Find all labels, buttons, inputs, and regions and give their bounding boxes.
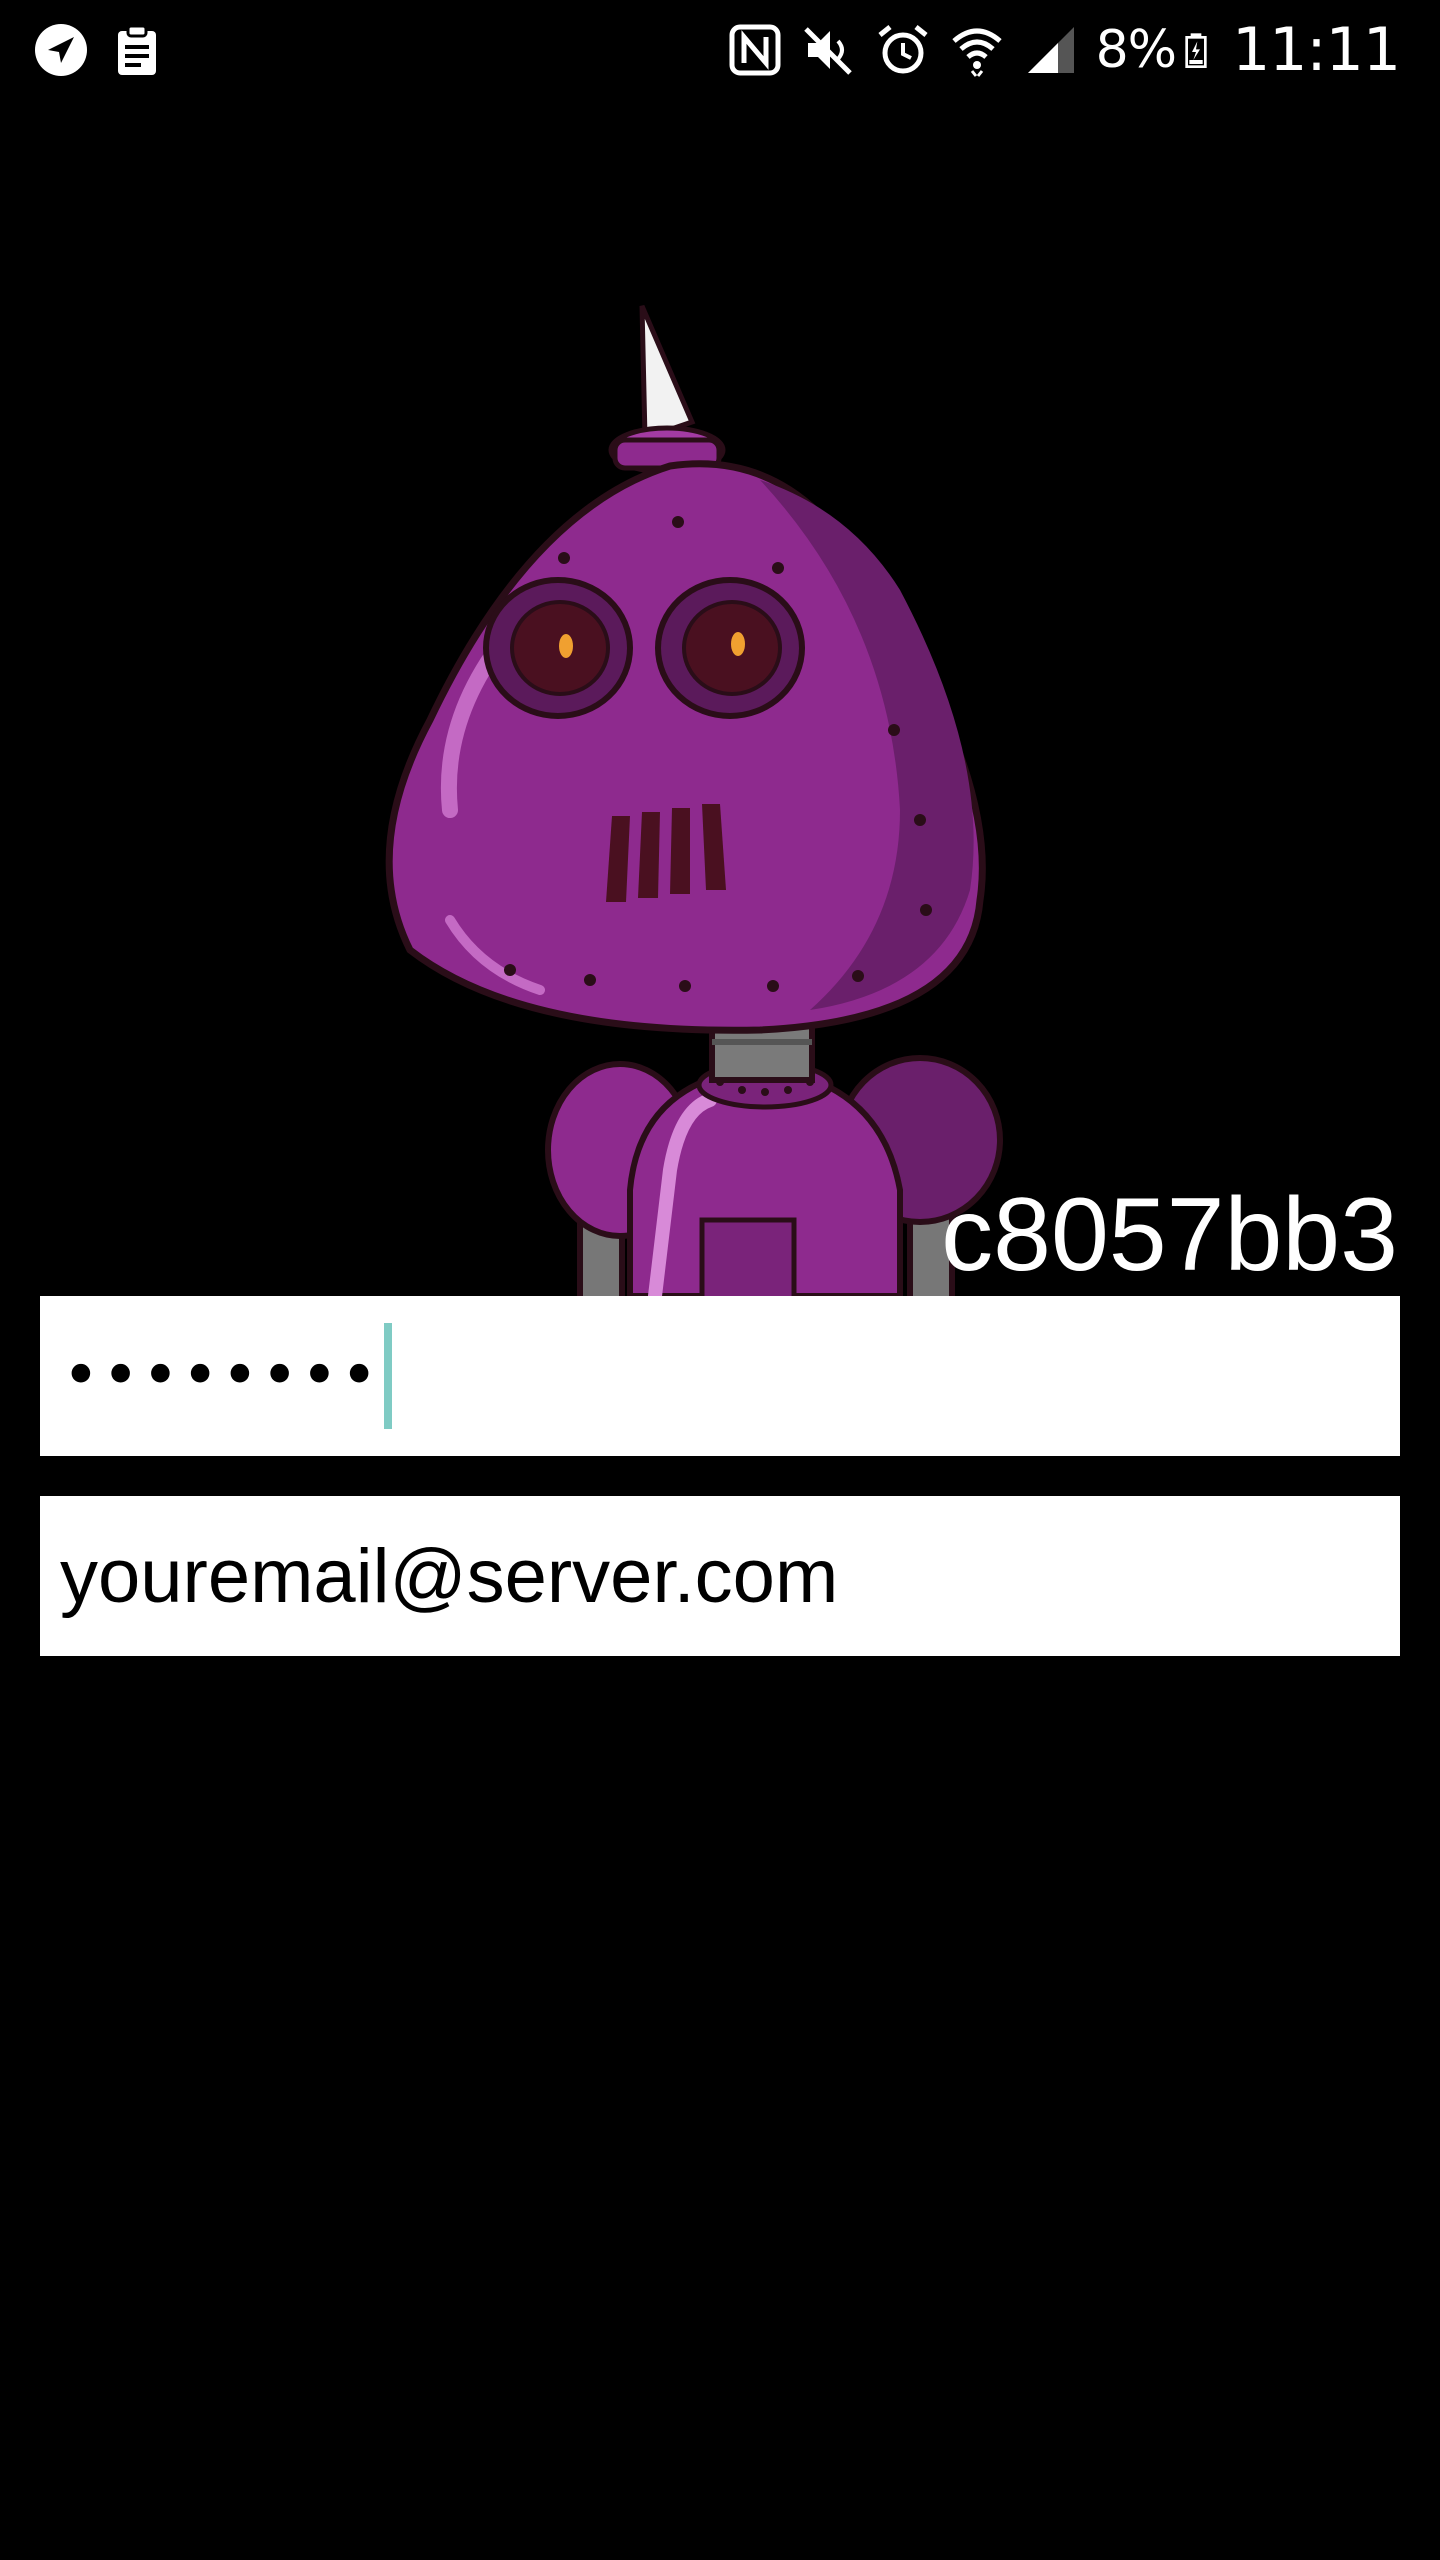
wifi-icon — [951, 28, 1002, 77]
battery-charging-icon — [1185, 33, 1207, 68]
robot-avatar — [380, 290, 1020, 1296]
alarm-icon — [878, 25, 928, 74]
status-bar-right: 8% 11:11 — [708, 15, 1401, 85]
nfc-icon — [729, 24, 781, 76]
username-label: c8057bb3 — [941, 1177, 1398, 1293]
signal-icon — [1027, 27, 1074, 73]
email-input[interactable] — [40, 1496, 1400, 1656]
password-field[interactable]: •••••••• — [40, 1296, 1400, 1456]
text-cursor — [384, 1323, 392, 1429]
clock: 11:11 — [1232, 15, 1401, 85]
login-screen: 8% 11:11 c8057bb3 •••••••• youremail@ser… — [0, 0, 1440, 2560]
password-mask: •••••••• — [62, 1339, 380, 1413]
battery-percentage: 8% — [1095, 20, 1177, 80]
email-field[interactable] — [40, 1496, 1400, 1656]
password-field-value: •••••••• — [62, 1296, 392, 1456]
navigation-icon — [35, 24, 87, 76]
mute-icon — [803, 27, 852, 75]
status-bar-left — [34, 23, 186, 77]
clipboard-icon — [118, 24, 156, 75]
robot-avatar-illustration — [385, 305, 1003, 1296]
status-bar: 8% 11:11 — [0, 0, 1440, 100]
